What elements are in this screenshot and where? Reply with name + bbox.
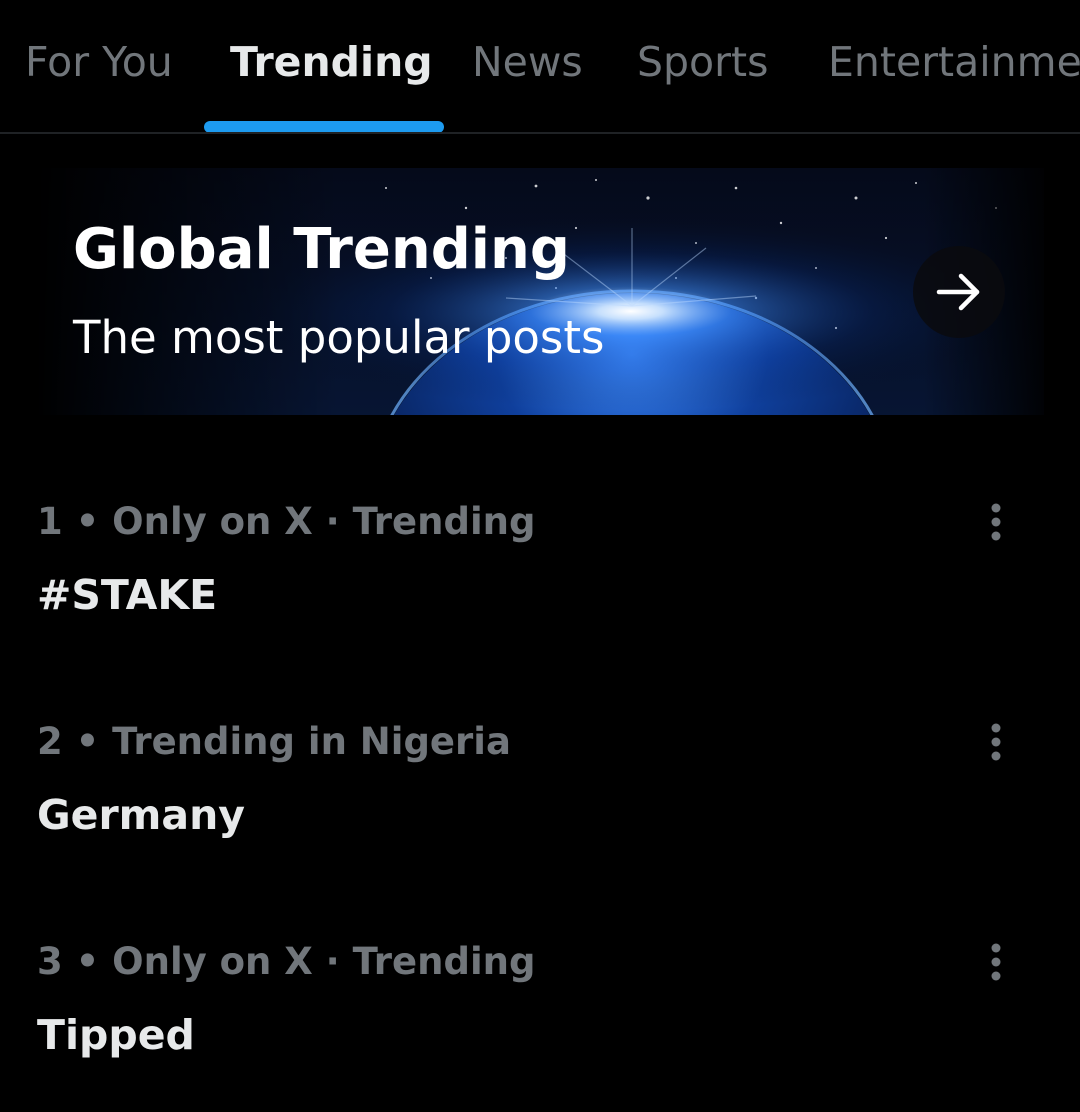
trend-context: 2 • Trending in Nigeria: [37, 720, 511, 763]
earth-space-image: [36, 168, 1044, 415]
more-options-button[interactable]: [976, 499, 1016, 545]
banner-arrow-button[interactable]: [913, 246, 1005, 338]
trend-name: Tipped: [37, 1011, 195, 1059]
explore-page: For You Trending News Sports Entertainme…: [0, 0, 1080, 1112]
trend-item[interactable]: 1 • Only on X · Trending #STAKE: [0, 499, 1080, 699]
more-vertical-icon: [991, 723, 1001, 761]
tab-entertainment[interactable]: Entertainment: [828, 36, 1080, 88]
tab-trending[interactable]: Trending: [230, 36, 433, 88]
active-tab-indicator: [204, 121, 444, 132]
trend-name: Germany: [37, 791, 245, 839]
tab-news[interactable]: News: [472, 36, 583, 88]
arrow-right-icon: [936, 273, 980, 311]
more-options-button[interactable]: [976, 939, 1016, 985]
more-options-button[interactable]: [976, 719, 1016, 765]
trend-context: 1 • Only on X · Trending: [37, 500, 536, 543]
global-trending-banner[interactable]: Global Trending The most popular posts: [36, 168, 1044, 415]
trend-item[interactable]: 2 • Trending in Nigeria Germany: [0, 719, 1080, 919]
tab-sports[interactable]: Sports: [637, 36, 768, 88]
trend-context: 3 • Only on X · Trending: [37, 940, 536, 983]
more-vertical-icon: [991, 943, 1001, 981]
explore-tabs: For You Trending News Sports Entertainme…: [0, 0, 1080, 134]
trend-name: #STAKE: [37, 571, 218, 619]
trend-item[interactable]: 3 • Only on X · Trending Tipped: [0, 939, 1080, 1112]
banner-subtitle: The most popular posts: [73, 311, 605, 364]
tab-for-you[interactable]: For You: [25, 36, 173, 88]
more-vertical-icon: [991, 503, 1001, 541]
banner-title: Global Trending: [73, 217, 570, 282]
